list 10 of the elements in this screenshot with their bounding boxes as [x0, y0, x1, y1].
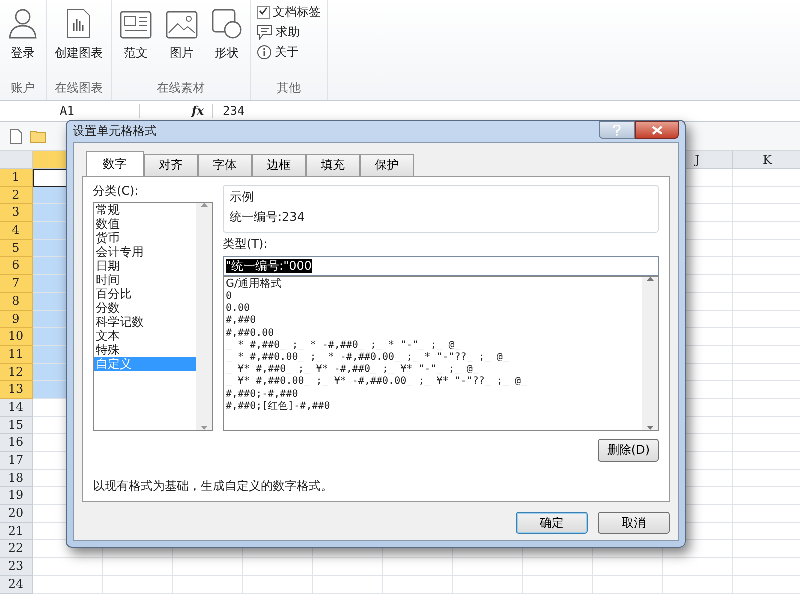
sample-value: 统一编号:234 — [230, 209, 306, 226]
group-label: 在线素材 — [156, 80, 206, 97]
description-text: 以现有格式为基础，生成自定义的数字格式。 — [93, 478, 334, 495]
sample-label: 示例 — [230, 189, 255, 206]
type-label: 类型(T): — [223, 236, 269, 253]
category-label: 分类(C): — [93, 183, 140, 200]
group-label: 在线图表 — [54, 80, 104, 97]
dialog-title: 设置单元格格式 — [73, 123, 158, 140]
group-label: 账户 — [10, 80, 36, 97]
group-label: 其他 — [276, 80, 302, 97]
